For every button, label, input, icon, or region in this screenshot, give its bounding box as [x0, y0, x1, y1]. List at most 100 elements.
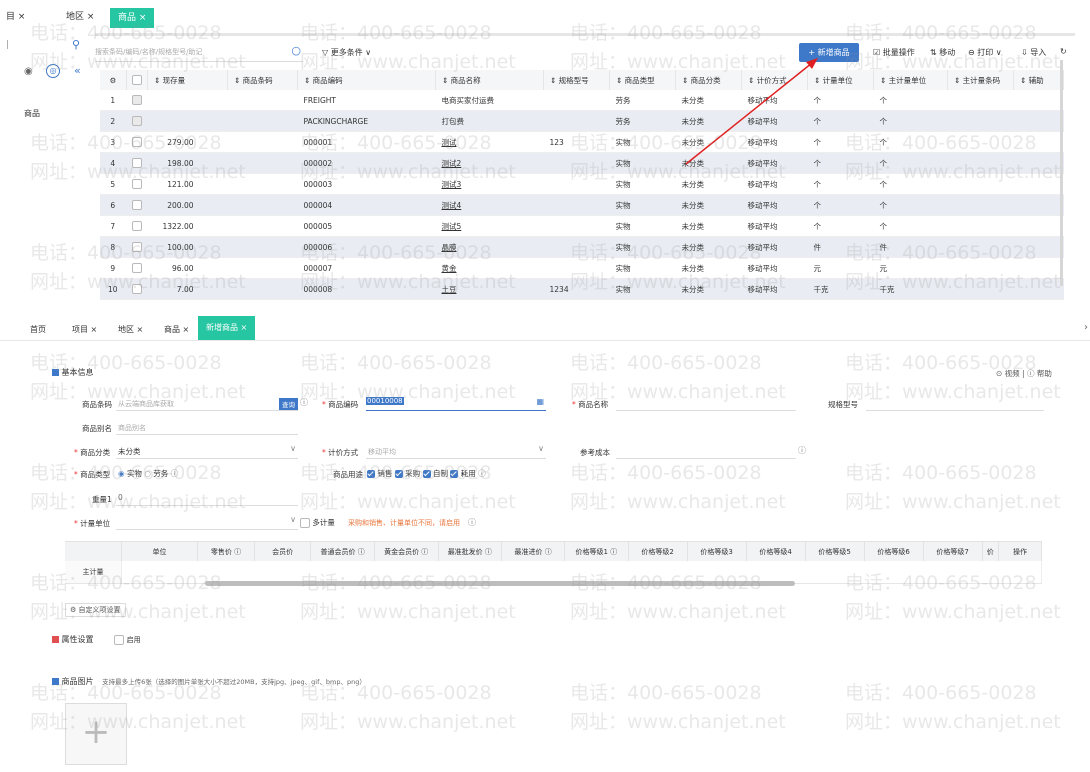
price-col-3: 普通会员价 ⓘ — [310, 541, 375, 561]
weight-input[interactable]: 0 — [116, 491, 298, 506]
price-col-14: 价 — [982, 541, 1000, 561]
type-radio-group: ◉ 实物 ○ 劳务 ⓘ — [118, 468, 178, 479]
price-table-scrollbar[interactable] — [205, 581, 795, 586]
usage-check-purchase[interactable] — [394, 470, 403, 478]
spec-label: 规格型号 — [828, 400, 858, 409]
custom-cols-button[interactable]: ⚙ 自定义项设置 — [65, 603, 126, 617]
watermark-text: 网址：www.chanjet.net — [300, 601, 516, 623]
usage-checkbox-group: 销售 采购 自制 耗用 ⓘ — [367, 468, 486, 479]
usage-check-selfmade[interactable] — [422, 470, 431, 478]
code-value: 00010008 — [366, 397, 404, 405]
watermark-text: 网址：www.chanjet.net — [300, 491, 516, 513]
tab-home[interactable]: 首页 — [30, 324, 46, 335]
chevron-down-icon: ∨ — [538, 444, 544, 453]
watermark-text: 网址：www.chanjet.net — [30, 711, 246, 733]
annotation-arrow — [685, 58, 818, 165]
help-icon[interactable]: ⓘ — [478, 469, 486, 478]
price-col-5: 最准批发价 ⓘ — [438, 541, 503, 561]
alias-placeholder: 商品别名 — [118, 424, 146, 432]
upload-image-button[interactable]: + — [65, 703, 127, 765]
type-opt-physical: 实物 — [126, 469, 142, 478]
unit-select[interactable]: ∨ — [116, 515, 298, 530]
usage-opt-sale: 销售 — [377, 469, 393, 478]
price-col-0: 单位 — [121, 541, 199, 561]
type-radio-physical[interactable]: ◉ — [118, 469, 125, 478]
watermark-text: 网址：www.chanjet.net — [30, 601, 246, 623]
tab-project[interactable]: 项目 × — [72, 324, 97, 335]
barcode-placeholder: 从云端商品库获取 — [118, 400, 174, 408]
category-select[interactable]: 未分类 ∨ — [116, 444, 298, 459]
price-col-6: 最准进价 ⓘ — [501, 541, 566, 561]
price-col-8: 价格等级2 — [628, 541, 688, 561]
help-icon[interactable]: ⓘ — [798, 445, 806, 456]
refcost-input[interactable] — [616, 444, 796, 459]
pricing-label-text: 计价方式 — [328, 448, 359, 457]
tab-new-goods[interactable]: 新增商品 × — [198, 316, 256, 340]
price-col-12: 价格等级6 — [864, 541, 924, 561]
calendar-icon[interactable]: ▦ — [536, 397, 544, 406]
query-button[interactable]: 查询 — [279, 398, 298, 410]
usage-check-sale[interactable] — [367, 470, 375, 478]
unit-label-text: 计量单位 — [80, 519, 111, 528]
image-hint: 支持最多上传6张（选择的图片单张大小不超过20MB，支持jpg、jpeg、gif… — [102, 678, 366, 686]
price-col-2: 会员价 — [254, 541, 312, 561]
type-opt-service: 劳务 — [153, 469, 169, 478]
price-col-13: 价格等级7 — [923, 541, 983, 561]
usage-opt-selfmade: 自制 — [432, 469, 448, 478]
alias-input[interactable]: 商品别名 — [116, 420, 298, 435]
watermark-text: 电话：400-665-0028 — [570, 682, 762, 704]
code-label-text: 商品编码 — [328, 400, 359, 409]
price-col-15: 操作 — [998, 541, 1042, 561]
price-col-9: 价格等级3 — [687, 541, 747, 561]
section-basic-title: 基本信息 — [61, 368, 94, 377]
usage-check-consume[interactable] — [450, 470, 459, 478]
multi-unit-label: 多计量 — [312, 518, 335, 527]
watermark-text: 电话：400-665-0028 — [845, 462, 1037, 484]
section-basic-info: 基本信息 — [52, 367, 94, 378]
tab-goods[interactable]: 商品 × — [164, 324, 189, 335]
code-label: * 商品编码 — [322, 400, 359, 409]
barcode-input[interactable]: 从云端商品库获取 查询 — [116, 396, 298, 411]
usage-label: 商品用途 — [333, 470, 363, 479]
category-value: 未分类 — [118, 447, 141, 456]
category-label: * 商品分类 — [74, 448, 111, 457]
code-input[interactable]: 00010008 ▦ — [366, 396, 546, 411]
multi-unit-checkbox[interactable]: 多计量 — [300, 517, 335, 528]
attr-enable-checkbox[interactable] — [114, 634, 125, 645]
watermark-text: 网址：www.chanjet.net — [570, 711, 786, 733]
name-input[interactable] — [616, 396, 796, 411]
section-icon — [52, 369, 59, 376]
help-icon[interactable]: ⓘ — [468, 517, 476, 528]
refcost-label: 参考成本 — [580, 448, 610, 457]
watermark-text: 网址：www.chanjet.net — [570, 491, 786, 513]
main-unit-row-label: 主计量 — [65, 561, 123, 584]
watermark-text: 网址：www.chanjet.net — [300, 711, 516, 733]
attr-section-icon — [52, 636, 59, 643]
unit-hint: 采购和销售、计量单位不同，请启用 — [348, 519, 460, 527]
spec-input[interactable] — [866, 396, 1044, 411]
watermark-text: 电话：400-665-0028 — [570, 352, 762, 374]
chevron-down-icon: ∨ — [290, 444, 296, 453]
help-icon[interactable]: ⓘ — [300, 397, 308, 408]
image-section-icon — [52, 678, 59, 685]
type-label-text: 商品类型 — [80, 470, 111, 479]
price-table-header: 单位 零售价 ⓘ 会员价 普通会员价 ⓘ 黄金会员价 ⓘ 最准批发价 ⓘ 最准进价 ⓘ 价格等… — [65, 541, 1042, 561]
usage-opt-consume: 耗用 — [460, 469, 476, 478]
type-radio-service[interactable]: ○ — [144, 469, 151, 478]
pricing-value: 移动平均 — [368, 448, 396, 456]
bottom-tab-bar: 首页 项目 × 地区 × 商品 × 新增商品 × › — [0, 316, 1090, 341]
tab-region[interactable]: 地区 × — [118, 324, 143, 335]
help-icon[interactable]: ⓘ — [171, 469, 179, 478]
tab-scroll-right-icon[interactable]: › — [1084, 322, 1088, 333]
watermark-text: 电话：400-665-0028 — [570, 462, 762, 484]
video-help-links[interactable]: ⊙ 视频 | ⓘ 帮助 — [996, 368, 1052, 379]
weight-label: 重量1 — [92, 495, 112, 504]
category-label-text: 商品分类 — [80, 448, 111, 457]
pricing-select[interactable]: 移动平均 ∨ — [366, 444, 546, 459]
name-label-text: 商品名称 — [578, 400, 609, 409]
price-col-1: 零售价 ⓘ — [197, 541, 256, 561]
pricing-label: * 计价方式 — [322, 448, 359, 457]
watermark-text: 网址：www.chanjet.net — [845, 711, 1061, 733]
price-col-11: 价格等级5 — [805, 541, 865, 561]
custom-cols-label: 自定义项设置 — [78, 606, 121, 614]
